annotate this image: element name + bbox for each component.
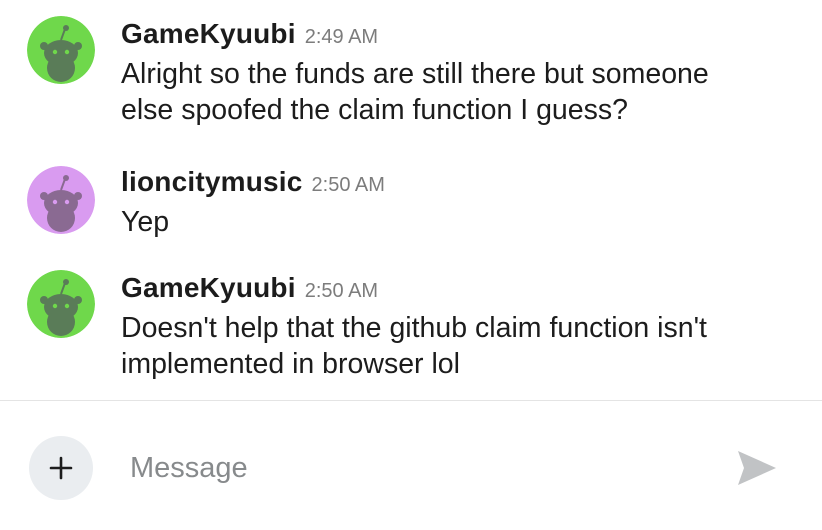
message-body: GameKyuubi 2:50 AM Doesn't help that the… <box>121 272 802 382</box>
message-text: Yep <box>121 206 170 238</box>
timestamp: 2:50 AM <box>311 174 385 196</box>
add-attachment-button[interactable] <box>29 436 93 500</box>
message-item: lioncitymusic 2:50 AM Yep <box>0 166 822 246</box>
message-text: Alright so the funds are still there but… <box>121 58 709 126</box>
timestamp: 2:49 AM <box>304 26 379 48</box>
snoo-avatar-icon <box>27 16 95 84</box>
avatar[interactable] <box>27 16 95 84</box>
message-item: GameKyuubi 2:50 AM Doesn't help that the… <box>0 270 822 390</box>
message-item: GameKyuubi 2:49 AM Alright so the funds … <box>0 16 822 136</box>
send-button[interactable] <box>734 447 780 489</box>
message-text: Doesn't help that the github claim funct… <box>121 312 707 380</box>
message-body: lioncitymusic 2:50 AM Yep <box>121 166 802 240</box>
message-input[interactable] <box>130 445 690 491</box>
message-meta: GameKyuubi 2:50 AM <box>121 272 802 308</box>
snoo-avatar-icon <box>27 166 95 234</box>
snoo-avatar-icon <box>27 270 95 338</box>
message-list: GameKyuubi 2:49 AM Alright so the funds … <box>0 0 822 400</box>
send-icon <box>738 451 776 485</box>
username[interactable]: GameKyuubi <box>121 272 296 304</box>
plus-icon <box>49 456 73 480</box>
timestamp: 2:50 AM <box>304 280 379 302</box>
message-meta: lioncitymusic 2:50 AM <box>121 166 802 202</box>
message-meta: GameKyuubi 2:49 AM <box>121 18 802 54</box>
message-body: GameKyuubi 2:49 AM Alright so the funds … <box>121 18 802 128</box>
username[interactable]: lioncitymusic <box>121 166 303 198</box>
avatar[interactable] <box>27 270 95 338</box>
username[interactable]: GameKyuubi <box>121 18 296 50</box>
message-composer <box>0 401 822 530</box>
avatar[interactable] <box>27 166 95 234</box>
